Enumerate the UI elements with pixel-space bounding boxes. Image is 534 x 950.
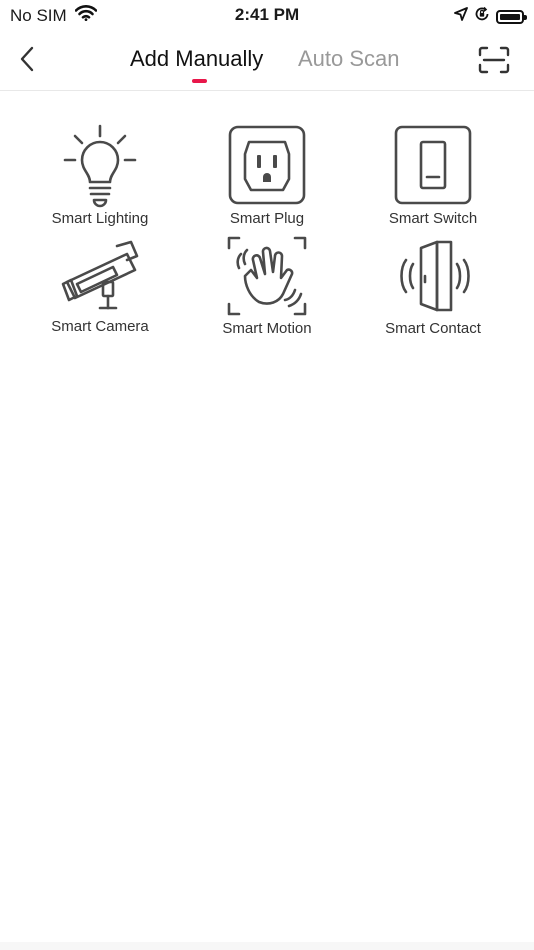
tab-add-manually[interactable]: Add Manually xyxy=(130,46,263,72)
device-smart-switch[interactable]: Smart Switch xyxy=(358,124,508,227)
device-smart-motion[interactable]: Smart Motion xyxy=(192,234,342,337)
plug-icon xyxy=(228,125,306,205)
status-right xyxy=(454,6,527,27)
bottom-bar xyxy=(0,942,534,950)
scan-button[interactable] xyxy=(476,44,512,76)
device-label: Smart Contact xyxy=(385,320,481,337)
device-smart-plug[interactable]: Smart Plug xyxy=(192,124,342,227)
screen: No SIM 2:41 PM Add Manually Auto Scan Sm… xyxy=(0,0,534,950)
device-label: Smart Camera xyxy=(51,318,149,335)
light-bulb-icon xyxy=(63,124,137,208)
device-smart-lighting[interactable]: Smart Lighting xyxy=(25,124,175,227)
motion-hand-icon xyxy=(227,236,307,316)
back-button[interactable] xyxy=(12,44,42,74)
device-label: Smart Lighting xyxy=(51,210,149,227)
device-label: Smart Switch xyxy=(388,210,478,227)
nav-header: Add Manually Auto Scan xyxy=(0,32,534,91)
battery-icon xyxy=(496,9,527,24)
camera-icon xyxy=(61,240,139,310)
device-label: Smart Motion xyxy=(222,320,312,337)
status-bar: No SIM 2:41 PM xyxy=(0,0,534,32)
orientation-lock-icon xyxy=(474,6,490,27)
tab-auto-scan[interactable]: Auto Scan xyxy=(298,46,400,72)
active-tab-indicator xyxy=(192,79,207,83)
device-smart-camera[interactable]: Smart Camera xyxy=(25,238,175,335)
device-smart-contact[interactable]: Smart Contact xyxy=(358,234,508,337)
scan-code-icon xyxy=(478,46,510,74)
switch-icon xyxy=(394,125,472,205)
chevron-left-icon xyxy=(20,46,34,72)
door-contact-icon xyxy=(400,240,470,312)
device-label: Smart Plug xyxy=(229,210,305,227)
location-icon xyxy=(454,7,468,26)
